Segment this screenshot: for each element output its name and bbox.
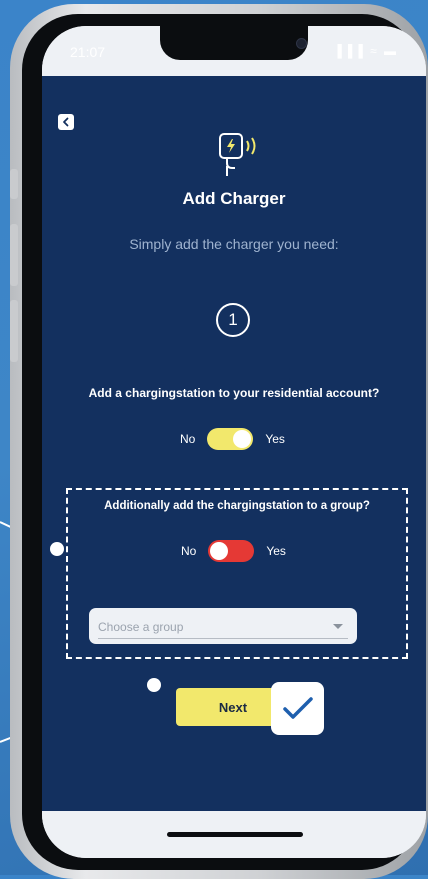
group-section: Additionally add the chargingstation to … [66,488,408,659]
checkmark-icon [282,696,313,719]
residential-toggle[interactable] [207,428,254,450]
residential-yes-label: Yes [265,432,285,446]
residential-toggle-row: No Yes [180,428,285,450]
chevron-left-icon [63,117,69,127]
notch [160,26,308,60]
group-question: Additionally add the chargingstation to … [104,500,370,512]
status-time: 21:07 [70,44,106,60]
step-number: 1 [228,310,238,329]
add-charger-screen: Add Charger Simply add the charger you n… [42,76,426,811]
toggle-knob [233,430,252,448]
select-underline [98,638,348,639]
toggle-knob [210,542,229,560]
phone-volume-up [10,224,18,286]
confirm-badge [271,682,324,735]
page-title: Add Charger [182,189,286,208]
phone-side-button [10,169,18,199]
phone-volume-down [10,300,18,362]
group-toggle-row: No Yes [181,540,286,562]
page-subtitle: Simply add the charger you need: [129,236,339,252]
group-select-placeholder: Choose a group [98,620,184,634]
group-no-label: No [181,544,197,558]
status-icons: ▐▐▐ ≈ ▬ [333,44,398,58]
chevron-down-icon [333,624,343,629]
annotation-dot-next [147,678,161,692]
group-toggle[interactable] [208,540,255,562]
group-yes-label: Yes [266,544,286,558]
annotation-dot-group [50,542,64,556]
back-button[interactable] [58,114,74,130]
phone-frame: 21:07 ▐▐▐ ≈ ▬ Add Charger Simply add the [10,4,428,879]
camera-icon [296,38,307,49]
charger-icon [219,133,256,176]
home-indicator[interactable] [167,832,303,837]
residential-question: Add a chargingstation to your residentia… [88,386,380,400]
phone-screen: 21:07 ▐▐▐ ≈ ▬ Add Charger Simply add the [42,26,426,858]
group-select[interactable]: Choose a group [89,608,357,644]
residential-no-label: No [180,432,196,446]
home-area [42,811,426,858]
step-indicator: 1 [216,303,250,337]
